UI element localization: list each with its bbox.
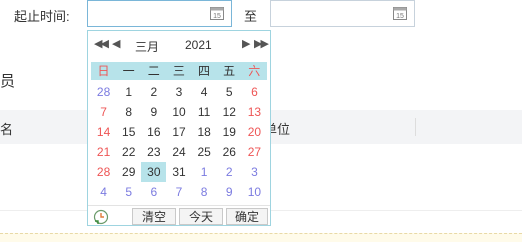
date-range-label: 起止时间: <box>14 9 70 24</box>
column-header-name: 名 <box>0 122 14 137</box>
day-cell[interactable]: 18 <box>192 122 217 142</box>
day-cell[interactable]: 23 <box>141 142 166 162</box>
next-month-button[interactable]: ▶ <box>242 37 251 50</box>
day-cell[interactable]: 12 <box>217 102 242 122</box>
range-separator: 至 <box>244 9 258 24</box>
day-grid: 28 1 2 3 4 5 6 7 8 9 10 11 12 13 14 15 16 17 18 19 20 21 22 23 2… <box>91 82 267 202</box>
day-cell[interactable]: 14 <box>91 122 116 142</box>
day-cell[interactable]: 10 <box>166 102 191 122</box>
weekday-header: 日一二三四五六 <box>91 62 267 80</box>
day-cell[interactable]: 8 <box>192 182 217 202</box>
day-cell[interactable]: 2 <box>141 82 166 102</box>
day-cell[interactable]: 4 <box>91 182 116 202</box>
day-cell[interactable]: 1 <box>116 82 141 102</box>
day-cell[interactable]: 4 <box>192 82 217 102</box>
day-cell[interactable]: 8 <box>116 102 141 122</box>
weekday-label: 三 <box>172 64 185 78</box>
weekday-label: 日 <box>97 64 110 78</box>
day-cell[interactable]: 28 <box>91 82 116 102</box>
day-cell[interactable]: 21 <box>91 142 116 162</box>
day-cell[interactable]: 6 <box>242 82 267 102</box>
month-label[interactable]: 三月 <box>135 38 159 55</box>
day-cell[interactable]: 6 <box>141 182 166 202</box>
clock-icon[interactable] <box>93 209 109 225</box>
day-cell[interactable]: 24 <box>166 142 191 162</box>
calendar-icon[interactable]: 15 <box>393 6 407 20</box>
day-cell[interactable]: 22 <box>116 142 141 162</box>
day-cell[interactable]: 29 <box>116 162 141 182</box>
day-cell[interactable]: 25 <box>192 142 217 162</box>
day-cell[interactable]: 11 <box>192 102 217 122</box>
day-cell[interactable]: 2 <box>217 162 242 182</box>
today-button[interactable]: 今天 <box>179 208 223 225</box>
weekday-label: 四 <box>198 64 211 78</box>
svg-text:15: 15 <box>396 13 404 20</box>
day-cell[interactable]: 5 <box>116 182 141 202</box>
weekday-label: 五 <box>223 64 236 78</box>
day-cell[interactable]: 28 <box>91 162 116 182</box>
day-cell[interactable]: 27 <box>242 142 267 162</box>
day-cell[interactable]: 13 <box>242 102 267 122</box>
day-cell[interactable]: 9 <box>217 182 242 202</box>
prev-year-button[interactable]: ◀◀ <box>94 37 109 50</box>
day-cell[interactable]: 9 <box>141 102 166 122</box>
day-cell[interactable]: 5 <box>217 82 242 102</box>
column-divider <box>415 118 416 136</box>
weekday-label: 一 <box>122 64 135 78</box>
day-cell[interactable]: 7 <box>91 102 116 122</box>
day-cell[interactable]: 17 <box>166 122 191 142</box>
date-picker-popup: ◀◀ ◀ 三月 2021 ▶ ▶▶ 日一二三四五六 28 1 2 3 4 5 6 7 8 9 10 1… <box>87 30 271 226</box>
section-title-fragment: 员 <box>0 73 16 90</box>
weekday-label: 六 <box>248 64 261 78</box>
day-cell[interactable]: 26 <box>217 142 242 162</box>
next-year-button[interactable]: ▶▶ <box>254 37 269 50</box>
day-cell-selected[interactable]: 30 <box>141 162 167 182</box>
ok-button[interactable]: 确定 <box>226 208 268 225</box>
day-cell[interactable]: 3 <box>242 162 267 182</box>
day-cell[interactable]: 19 <box>217 122 242 142</box>
day-cell[interactable]: 20 <box>242 122 267 142</box>
end-date-input[interactable]: 15 <box>270 0 415 27</box>
clear-button[interactable]: 清空 <box>132 208 176 225</box>
day-cell[interactable]: 10 <box>242 182 267 202</box>
day-cell[interactable]: 3 <box>166 82 191 102</box>
day-cell[interactable]: 1 <box>192 162 217 182</box>
svg-text:15: 15 <box>213 13 221 20</box>
prev-month-button[interactable]: ◀ <box>112 37 121 50</box>
year-label[interactable]: 2021 <box>185 38 212 52</box>
day-cell[interactable]: 31 <box>166 162 191 182</box>
day-cell[interactable]: 16 <box>141 122 166 142</box>
day-cell[interactable]: 7 <box>166 182 191 202</box>
day-cell[interactable]: 15 <box>116 122 141 142</box>
start-date-input[interactable]: 15 <box>87 0 232 27</box>
date-picker-footer: 清空 今天 确定 <box>88 205 270 227</box>
weekday-label: 二 <box>147 64 160 78</box>
calendar-icon[interactable]: 15 <box>210 6 224 20</box>
